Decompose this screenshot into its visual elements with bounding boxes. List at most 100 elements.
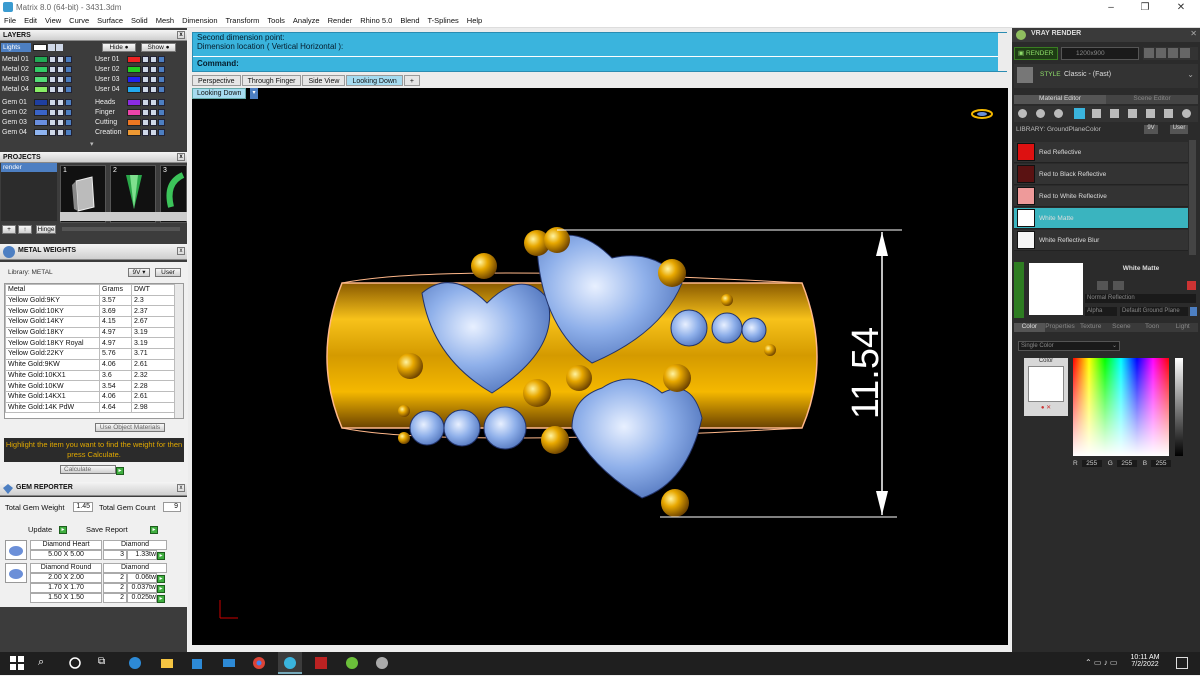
lock-icon[interactable] <box>142 56 149 63</box>
project-scrollbar[interactable] <box>62 227 180 231</box>
up-button[interactable]: ↑ <box>18 225 32 234</box>
bulb-icon[interactable] <box>150 86 157 93</box>
layer-select-icon[interactable] <box>65 76 72 83</box>
lights-layer[interactable]: Lights <box>1 43 31 52</box>
layer-select-icon[interactable] <box>65 129 72 136</box>
table-row[interactable]: Yellow Gold:18KY 4.97 3.19 <box>5 326 178 339</box>
viewport-menu-dropdown[interactable]: ▾ <box>250 88 258 99</box>
layer-row[interactable]: Metal 04 <box>2 85 72 94</box>
layer-row[interactable]: Finger <box>95 108 165 117</box>
update-button[interactable]: ▸ <box>59 524 67 534</box>
b-value[interactable]: 255 <box>1151 460 1172 467</box>
close-icon[interactable]: x <box>177 31 185 39</box>
table-row[interactable]: White Gold:10KW 3.54 2.28 <box>5 380 178 392</box>
calculate-go-icon[interactable]: ▸ <box>116 465 124 475</box>
layer-row[interactable]: Heads <box>95 98 165 107</box>
layer-select-icon[interactable] <box>158 86 165 93</box>
menu-surface[interactable]: Surface <box>93 16 127 25</box>
gem-select-button[interactable]: ▸ <box>157 573 165 583</box>
alpha-field[interactable]: Alpha <box>1085 307 1117 316</box>
maximize-button[interactable]: ❐ <box>1128 0 1162 14</box>
layer-row[interactable]: Gem 02 <box>2 108 72 117</box>
tab-side-view[interactable]: Side View <box>302 75 346 86</box>
command-prompt[interactable]: Command: <box>193 56 1006 68</box>
layer-color-swatch[interactable] <box>34 109 48 116</box>
import-icon[interactable] <box>1164 109 1173 118</box>
file-explorer-icon[interactable] <box>160 656 174 670</box>
table-row[interactable]: White Gold:9KW 4.06 2.61 <box>5 358 178 371</box>
edge-icon[interactable] <box>128 656 142 670</box>
menu-blend[interactable]: Blend <box>396 16 423 25</box>
lock-icon[interactable] <box>142 86 149 93</box>
bulb-icon[interactable] <box>57 129 64 136</box>
bulb-icon[interactable] <box>150 99 157 106</box>
save-report-button[interactable]: ▸ <box>150 524 158 534</box>
layer-row[interactable]: Gem 03 <box>2 118 72 127</box>
layer-color-swatch[interactable] <box>127 66 141 73</box>
layer-color-swatch[interactable] <box>34 119 48 126</box>
layer-select-icon[interactable] <box>65 66 72 73</box>
lock-icon[interactable] <box>142 66 149 73</box>
gem-select-button[interactable]: ▸ <box>157 583 165 593</box>
close-icon[interactable]: ✕ <box>1190 29 1197 38</box>
menu-mesh[interactable]: Mesh <box>152 16 178 25</box>
material-tool-icon[interactable] <box>1097 281 1108 290</box>
table-row[interactable]: Yellow Gold:18KY Royal 4.97 3.19 <box>5 337 178 350</box>
menu-render[interactable]: Render <box>324 16 357 25</box>
bulb-icon[interactable] <box>57 76 64 83</box>
close-icon[interactable]: x <box>177 247 185 255</box>
windows-start-icon[interactable] <box>10 656 24 670</box>
layer-row[interactable]: User 01 <box>95 55 165 64</box>
bulb-icon[interactable] <box>150 56 157 63</box>
bulb-icon[interactable] <box>150 129 157 136</box>
layer-color-swatch[interactable] <box>34 66 48 73</box>
layer-color-swatch[interactable] <box>127 76 141 83</box>
layer-select-icon[interactable] <box>158 76 165 83</box>
layer-select-icon[interactable] <box>65 99 72 106</box>
app-icon[interactable] <box>314 656 328 670</box>
r-value[interactable]: 255 <box>1081 460 1102 467</box>
close-icon[interactable]: x <box>177 484 185 492</box>
tab-through-finger[interactable]: Through Finger <box>241 75 302 86</box>
lock-icon[interactable] <box>49 129 56 136</box>
bulb-icon[interactable] <box>150 109 157 116</box>
bulb-icon[interactable] <box>150 76 157 83</box>
layer-select-icon[interactable] <box>158 109 165 116</box>
layer-color-swatch[interactable] <box>34 99 48 106</box>
toolbar-icon[interactable] <box>1180 48 1190 58</box>
tab-color[interactable]: Color <box>1014 323 1045 332</box>
delete-icon[interactable] <box>1187 281 1196 290</box>
material-item[interactable]: Red to Black Reflective <box>1014 164 1188 185</box>
drop-icon[interactable] <box>1018 109 1027 118</box>
table-row[interactable]: Yellow Gold:22KY 5.76 3.71 <box>5 348 178 360</box>
hide-button[interactable]: Hide ● <box>102 43 136 52</box>
tab-light[interactable]: Light <box>1167 323 1198 332</box>
table-row[interactable]: Yellow Gold:9KY 3.57 2.3 <box>5 294 178 307</box>
toolbar-icon[interactable] <box>1168 48 1178 58</box>
table-row[interactable]: Yellow Gold:14KY 4.15 2.67 <box>5 316 178 328</box>
layer-color-swatch[interactable] <box>127 56 141 63</box>
layer-color-swatch[interactable] <box>127 99 141 106</box>
user-library-button[interactable]: User <box>155 268 181 277</box>
swatch-actions[interactable]: ● ✕ <box>1024 404 1068 411</box>
sphere-icon[interactable] <box>1054 109 1063 118</box>
user-library-select[interactable]: User <box>1170 125 1188 134</box>
color-mode-select[interactable]: Single Color ⌄ <box>1018 341 1120 351</box>
collapse-handle[interactable] <box>1014 262 1024 318</box>
layer-row[interactable]: Metal 01 <box>2 55 72 64</box>
toolbar-icon[interactable] <box>1156 48 1166 58</box>
layer-select-icon[interactable] <box>65 56 72 63</box>
viewport-name[interactable]: Looking Down <box>192 88 247 99</box>
material-item[interactable]: White Matte <box>1014 208 1188 229</box>
material-item[interactable]: White Reflective Blur <box>1014 230 1188 251</box>
app-icon[interactable] <box>375 656 389 670</box>
layer-color-swatch[interactable] <box>127 119 141 126</box>
gem-select-button[interactable]: ▸ <box>157 593 165 603</box>
add-project-button[interactable]: + <box>2 225 16 234</box>
bulb-icon[interactable] <box>56 44 63 51</box>
lock-icon[interactable] <box>49 86 56 93</box>
lock-icon[interactable] <box>49 109 56 116</box>
lock-icon[interactable] <box>49 66 56 73</box>
bulb-icon[interactable] <box>57 56 64 63</box>
tab-scene-editor[interactable]: Scene Editor <box>1106 95 1198 104</box>
